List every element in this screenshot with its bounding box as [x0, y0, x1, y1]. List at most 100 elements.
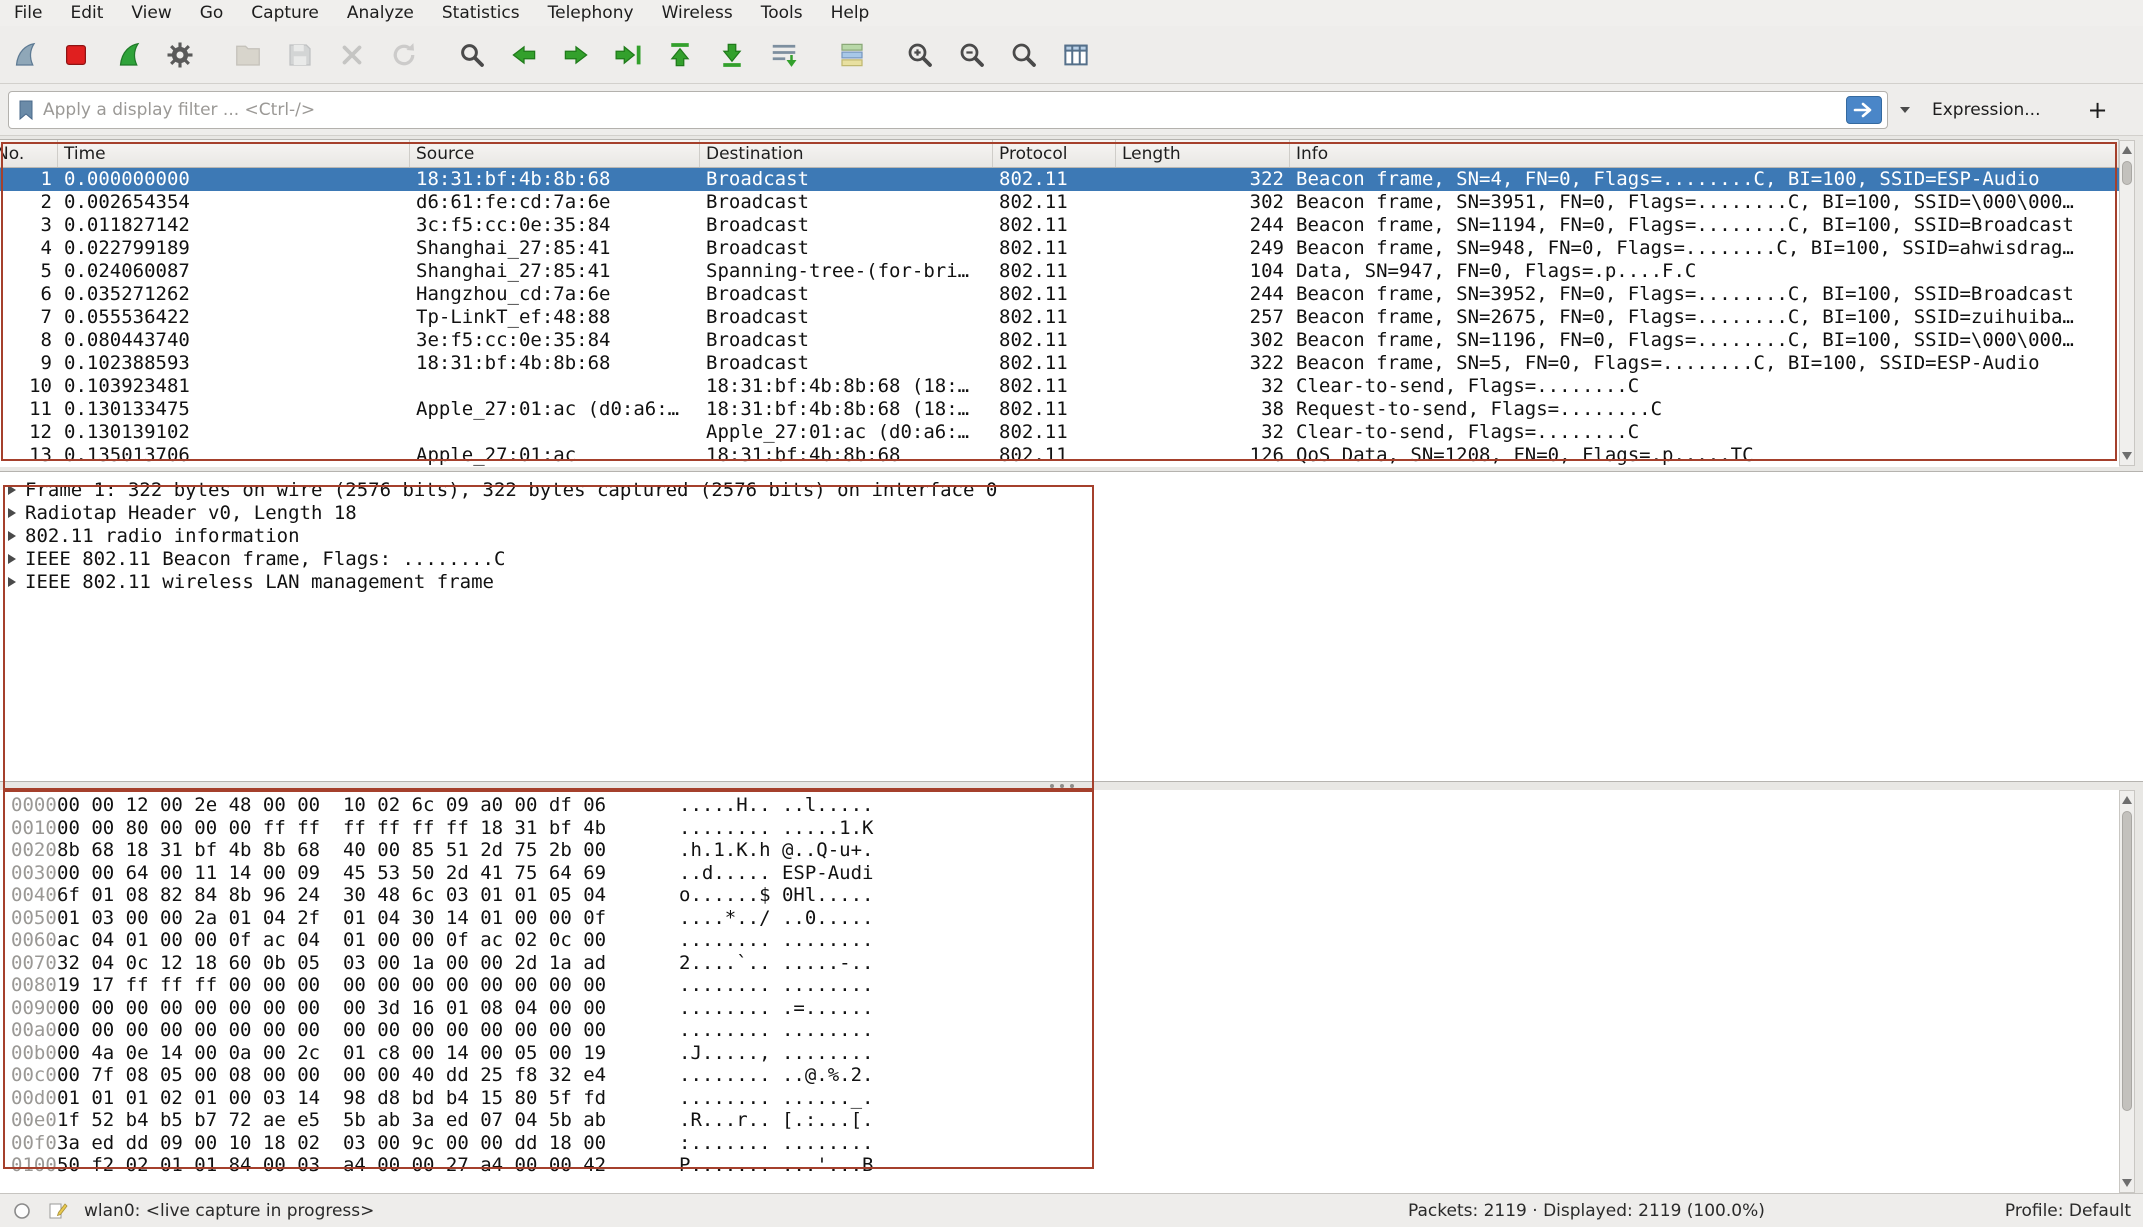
- resize-columns-icon[interactable]: [1054, 33, 1098, 77]
- capture-options-icon[interactable]: [158, 33, 202, 77]
- hex-row[interactable]: 010050 f2 02 01 01 84 00 03 a4 00 00 27 …: [0, 1154, 2119, 1177]
- menu-statistics[interactable]: Statistics: [428, 0, 534, 26]
- packet-row[interactable]: 110.130133475Apple_27:01:ac (d0:a6:…18:3…: [0, 398, 2119, 421]
- hex-row[interactable]: 007032 04 0c 12 18 60 0b 05 03 00 1a 00 …: [0, 952, 2119, 975]
- menu-telephony[interactable]: Telephony: [534, 0, 648, 26]
- cell-info: Data, SN=947, FN=0, Flags=.p....F.C: [1290, 260, 2119, 283]
- scroll-down-icon[interactable]: [2122, 452, 2132, 460]
- hex-row[interactable]: 00b000 4a 0e 14 00 0a 00 2c 01 c8 00 14 …: [0, 1042, 2119, 1065]
- packet-row[interactable]: 130.135013706Apple_27:01:ac18:31:bf:4b:8…: [0, 444, 2119, 467]
- zoom-reset-icon[interactable]: [1002, 33, 1046, 77]
- scroll-down-icon[interactable]: [2122, 1179, 2132, 1187]
- go-to-packet-icon[interactable]: [606, 33, 650, 77]
- hex-row[interactable]: 0060ac 04 01 00 00 0f ac 04 01 00 00 0f …: [0, 929, 2119, 952]
- detail-line[interactable]: 802.11 radio information: [0, 524, 2143, 547]
- packet-row[interactable]: 120.130139102Apple_27:01:ac (d0:a6:…802.…: [0, 421, 2119, 444]
- column-header-destination[interactable]: Destination: [700, 140, 993, 167]
- hex-row[interactable]: 00c000 7f 08 05 00 08 00 00 00 00 40 dd …: [0, 1064, 2119, 1087]
- expander-arrow-icon[interactable]: [8, 554, 16, 564]
- packet-list-scrollbar[interactable]: [2119, 140, 2135, 466]
- capture-comment-icon[interactable]: [48, 1201, 68, 1221]
- menu-edit[interactable]: Edit: [56, 0, 117, 26]
- menu-wireless[interactable]: Wireless: [648, 0, 747, 26]
- capture-file-properties-icon[interactable]: [12, 1201, 32, 1221]
- packet-row[interactable]: 60.035271262Hangzhou_cd:7a:6eBroadcast80…: [0, 283, 2119, 306]
- column-header-protocol[interactable]: Protocol: [993, 140, 1116, 167]
- hex-row[interactable]: 003000 00 64 00 11 14 00 09 45 53 50 2d …: [0, 862, 2119, 885]
- status-bar: wlan0: <live capture in progress> Packet…: [0, 1193, 2143, 1227]
- hex-row[interactable]: 009000 00 00 00 00 00 00 00 00 3d 16 01 …: [0, 997, 2119, 1020]
- expression-button[interactable]: Expression...: [1932, 100, 2041, 120]
- detail-line[interactable]: IEEE 802.11 wireless LAN management fram…: [0, 570, 2143, 593]
- cell-protocol: 802.11: [993, 375, 1116, 398]
- expander-arrow-icon[interactable]: [8, 531, 16, 541]
- menu-go[interactable]: Go: [186, 0, 238, 26]
- filter-dropdown-caret[interactable]: [1892, 91, 1918, 129]
- hex-row[interactable]: 00e01f 52 b4 b5 b7 72 ae e5 5b ab 3a ed …: [0, 1109, 2119, 1132]
- restart-capture-icon[interactable]: [106, 33, 150, 77]
- pane-splitter[interactable]: [0, 782, 2143, 790]
- expander-arrow-icon[interactable]: [8, 485, 16, 495]
- column-header-source[interactable]: Source: [410, 140, 700, 167]
- expander-arrow-icon[interactable]: [8, 577, 16, 587]
- packet-row[interactable]: 20.002654354d6:61:fe:cd:7a:6eBroadcast80…: [0, 191, 2119, 214]
- apply-filter-button[interactable]: [1846, 96, 1882, 124]
- go-back-icon[interactable]: [502, 33, 546, 77]
- cell-source: Hangzhou_cd:7a:6e: [410, 283, 700, 306]
- hex-row[interactable]: 000000 00 12 00 2e 48 00 00 10 02 6c 09 …: [0, 794, 2119, 817]
- auto-scroll-icon[interactable]: [762, 33, 806, 77]
- hex-scrollbar[interactable]: [2119, 790, 2135, 1193]
- find-packet-icon[interactable]: [450, 33, 494, 77]
- menu-view[interactable]: View: [117, 0, 185, 26]
- add-filter-button[interactable]: +: [2081, 96, 2115, 124]
- packet-row[interactable]: 100.10392348118:31:bf:4b:8b:68 (18:…802.…: [0, 375, 2119, 398]
- menu-analyze[interactable]: Analyze: [333, 0, 428, 26]
- hex-row[interactable]: 00d001 01 01 02 01 00 03 14 98 d8 bd b4 …: [0, 1087, 2119, 1110]
- hex-row[interactable]: 00208b 68 18 31 bf 4b 8b 68 40 00 85 51 …: [0, 839, 2119, 862]
- column-header-time[interactable]: Time: [58, 140, 410, 167]
- packet-row[interactable]: 40.022799189Shanghai_27:85:41Broadcast80…: [0, 237, 2119, 260]
- detail-line[interactable]: IEEE 802.11 Beacon frame, Flags: .......…: [0, 547, 2143, 570]
- menu-capture[interactable]: Capture: [237, 0, 333, 26]
- hex-row[interactable]: 001000 00 80 00 00 00 ff ff ff ff ff ff …: [0, 817, 2119, 840]
- scroll-up-icon[interactable]: [2122, 796, 2132, 804]
- hex-ascii: ........ .....1.K: [679, 817, 873, 840]
- colorize-icon[interactable]: [830, 33, 874, 77]
- packet-row[interactable]: 70.055536422Tp-LinkT_ef:48:88Broadcast80…: [0, 306, 2119, 329]
- packet-row[interactable]: 50.024060087Shanghai_27:85:41Spanning-tr…: [0, 260, 2119, 283]
- start-capture-icon[interactable]: [2, 33, 46, 77]
- packet-row[interactable]: 80.0804437403e:f5:cc:0e:35:84Broadcast80…: [0, 329, 2119, 352]
- detail-line[interactable]: Frame 1: 322 bytes on wire (2576 bits), …: [0, 478, 2143, 501]
- column-header-info[interactable]: Info: [1290, 140, 2119, 167]
- packet-row[interactable]: 10.00000000018:31:bf:4b:8b:68Broadcast80…: [0, 168, 2119, 191]
- expander-arrow-icon[interactable]: [8, 508, 16, 518]
- column-header-length[interactable]: Length: [1116, 140, 1290, 167]
- menu-help[interactable]: Help: [817, 0, 884, 26]
- hex-bytes: 3a ed dd 09 00 10 18 02 03 00 9c 00 00 d…: [57, 1132, 606, 1155]
- hex-row[interactable]: 008019 17 ff ff ff 00 00 00 00 00 00 00 …: [0, 974, 2119, 997]
- zoom-in-icon[interactable]: [898, 33, 942, 77]
- hex-row[interactable]: 005001 03 00 00 2a 01 04 2f 01 04 30 14 …: [0, 907, 2119, 930]
- go-forward-icon[interactable]: [554, 33, 598, 77]
- filter-bookmark-icon[interactable]: [17, 99, 35, 121]
- scrollbar-thumb[interactable]: [2122, 811, 2132, 1111]
- menu-tools[interactable]: Tools: [747, 0, 817, 26]
- packet-row[interactable]: 90.10238859318:31:bf:4b:8b:68Broadcast80…: [0, 352, 2119, 375]
- column-header-no[interactable]: No.: [0, 140, 58, 167]
- detail-line[interactable]: Radiotap Header v0, Length 18: [0, 501, 2143, 524]
- stop-capture-icon[interactable]: [54, 33, 98, 77]
- zoom-out-icon[interactable]: [950, 33, 994, 77]
- hex-row[interactable]: 00f03a ed dd 09 00 10 18 02 03 00 9c 00 …: [0, 1132, 2119, 1155]
- display-filter-input[interactable]: Apply a display filter ... <Ctrl-/>: [8, 91, 1888, 129]
- profile-button[interactable]: Profile: Default: [2005, 1201, 2131, 1221]
- go-last-packet-icon[interactable]: [710, 33, 754, 77]
- cell-no: 10: [0, 375, 58, 398]
- splitter-grip-icon[interactable]: [1050, 784, 1074, 788]
- hex-row[interactable]: 00a000 00 00 00 00 00 00 00 00 00 00 00 …: [0, 1019, 2119, 1042]
- packet-row[interactable]: 30.0118271423c:f5:cc:0e:35:84Broadcast80…: [0, 214, 2119, 237]
- scroll-up-icon[interactable]: [2122, 146, 2132, 154]
- hex-row[interactable]: 00406f 01 08 82 84 8b 96 24 30 48 6c 03 …: [0, 884, 2119, 907]
- menu-file[interactable]: File: [0, 0, 56, 26]
- scrollbar-thumb[interactable]: [2122, 161, 2132, 185]
- go-first-packet-icon[interactable]: [658, 33, 702, 77]
